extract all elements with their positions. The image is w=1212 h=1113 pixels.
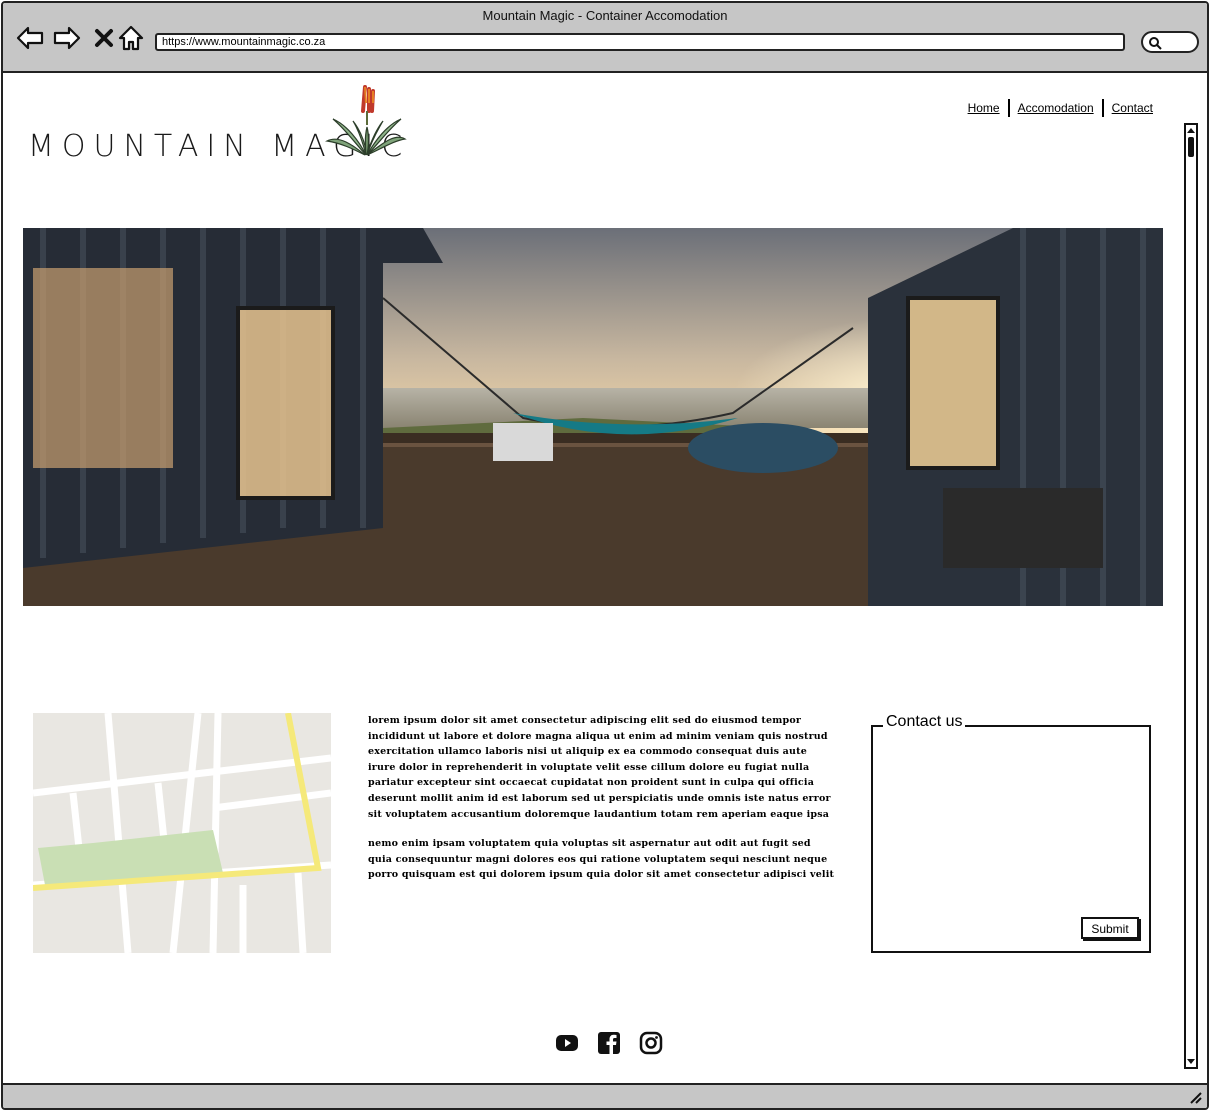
aloe-plant-icon	[325, 85, 407, 156]
hero-image	[23, 228, 1163, 606]
contact-legend: Contact us	[883, 713, 966, 731]
scroll-down-icon[interactable]	[1186, 1057, 1196, 1067]
youtube-icon[interactable]	[555, 1031, 579, 1055]
site-logo[interactable]: MOUNTAIN MAGIC	[25, 85, 415, 173]
close-icon[interactable]	[89, 23, 119, 53]
scroll-up-icon[interactable]	[1186, 125, 1196, 135]
scroll-thumb[interactable]	[1188, 137, 1194, 157]
vertical-scrollbar[interactable]	[1184, 123, 1198, 1069]
page-content: MOUNTAIN MAGIC Home Accomodation Contact	[3, 73, 1207, 1085]
search-field[interactable]	[1141, 31, 1199, 53]
contact-form: Contact us Submit	[871, 713, 1151, 953]
url-input[interactable]: https://www.mountainmagic.co.za	[155, 33, 1125, 51]
resize-grip-icon[interactable]	[1187, 1089, 1203, 1105]
body-text: lorem ipsum dolor sit amet consectetur a…	[368, 713, 838, 897]
facebook-icon[interactable]	[597, 1031, 621, 1055]
submit-button[interactable]: Submit	[1081, 917, 1139, 939]
search-icon	[1149, 37, 1162, 50]
nav-home-link[interactable]: Home	[960, 101, 1008, 115]
location-map[interactable]	[33, 713, 331, 953]
back-arrow-icon[interactable]	[15, 23, 45, 53]
main-nav: Home Accomodation Contact	[960, 99, 1161, 117]
home-icon[interactable]	[116, 23, 146, 53]
browser-toolbar: Mountain Magic - Container Accomodation …	[3, 3, 1207, 73]
browser-window: Mountain Magic - Container Accomodation …	[1, 1, 1209, 1110]
body-paragraph: lorem ipsum dolor sit amet consectetur a…	[368, 715, 831, 820]
body-paragraph: nemo enim ipsam voluptatem quia voluptas…	[368, 838, 835, 881]
forward-arrow-icon[interactable]	[52, 23, 82, 53]
nav-accomodation-link[interactable]: Accomodation	[1010, 101, 1102, 115]
window-title: Mountain Magic - Container Accomodation	[482, 8, 728, 23]
instagram-icon[interactable]	[639, 1031, 663, 1055]
social-links	[555, 1031, 663, 1055]
status-bar	[3, 1083, 1207, 1108]
nav-contact-link[interactable]: Contact	[1104, 101, 1161, 115]
